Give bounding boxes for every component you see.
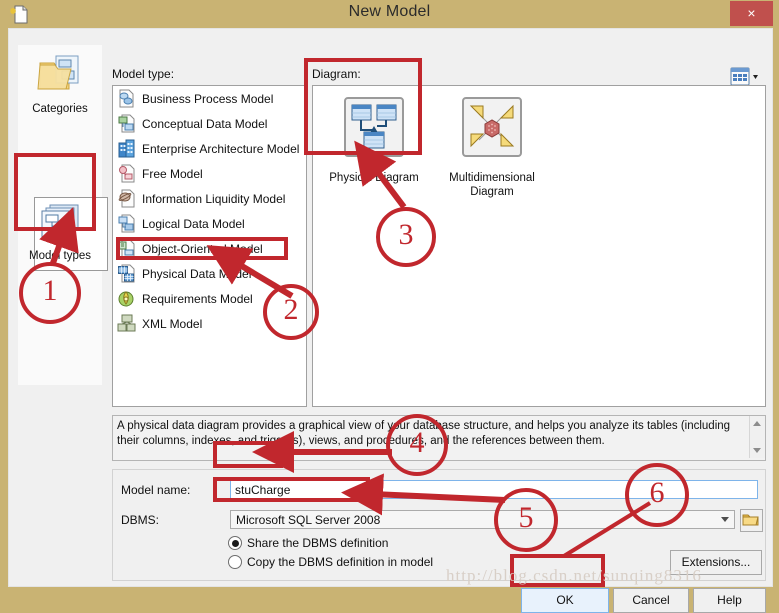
physical-diagram-icon [344,97,404,157]
view-mode-button[interactable] [730,67,764,87]
xml-model-icon [117,314,136,333]
dbms-label: DBMS: [121,513,160,527]
model-type-list[interactable]: Business Process Model Conceptual Data M… [112,85,307,407]
conceptual-data-icon [117,114,136,133]
new-model-dialog: New Model × Model type: Diagram: Categor… [0,0,779,613]
diagram-panel: Physical Diagram Multidimensional Diagra… [312,85,766,407]
radio-share-dbms-marker[interactable] [228,536,242,550]
list-item-label: Free Model [142,166,203,181]
diagram-label: Diagram: [312,67,361,81]
logical-data-icon [117,214,136,233]
list-item-label: Conceptual Data Model [142,116,268,131]
chevron-down-icon [721,517,729,522]
close-button[interactable]: × [730,1,773,26]
list-item[interactable]: Conceptual Data Model [113,111,306,136]
description-text: A physical data diagram provides a graph… [117,420,731,447]
diagram-item-physical[interactable]: Physical Diagram [319,94,429,185]
sidebar-item-model-types[interactable]: Model types [20,202,100,262]
scroll-up-icon[interactable] [753,421,761,426]
categories-sidebar: Categories Model types [18,45,108,385]
model-type-label: Model type: [112,67,175,81]
dialog-client-area: Model type: Diagram: Categories Model ty… [8,28,773,613]
description-box: A physical data diagram provides a graph… [112,415,766,461]
radio-copy-dbms-label: Copy the DBMS definition in model [247,555,434,569]
diagram-item-physical-label: Physical Diagram [329,172,419,184]
scroll-down-icon[interactable] [753,448,761,453]
description-scrollbar[interactable] [749,416,765,458]
ok-button[interactable]: OK [521,588,609,613]
browse-dbms-button[interactable] [740,509,763,532]
model-name-label: Model name: [121,483,191,497]
list-item[interactable]: Free Model [113,161,306,186]
list-item[interactable]: Information Liquidity Model [113,186,306,211]
object-oriented-icon [117,239,136,258]
diagram-item-multidimensional-label: Multidimensional Diagram [449,172,535,198]
list-item-label: Enterprise Architecture Model [142,141,300,156]
title-bar: New Model × [0,0,779,28]
list-item[interactable]: Requirements Model [113,286,306,311]
chevron-down-icon [753,75,758,79]
requirements-icon [117,289,136,308]
model-name-input[interactable]: stuCharge [230,480,758,499]
categories-folder-icon [37,55,79,90]
sidebar-item-model-types-label: Model types [28,250,91,262]
radio-share-dbms-label: Share the DBMS definition [247,536,389,550]
list-item-label: Physical Data Model [142,266,252,281]
cancel-button[interactable]: Cancel [613,588,689,613]
sidebar-item-categories-label: Categories [32,103,88,115]
free-model-icon [117,164,136,183]
list-item-physical-data-model[interactable]: Physical Data Model [113,261,306,286]
diagram-item-multidimensional[interactable]: Multidimensional Diagram [437,94,547,199]
list-item-label: Business Process Model [142,91,274,106]
list-item-label: XML Model [142,316,203,331]
list-item-label: Requirements Model [142,291,253,306]
model-settings-form: Model name: stuCharge DBMS: Microsoft SQ… [112,469,766,581]
radio-copy-dbms[interactable]: Copy the DBMS definition in model [228,555,433,569]
radio-copy-dbms-marker[interactable] [228,555,242,569]
list-item-label: Information Liquidity Model [142,191,286,206]
list-item[interactable]: Object-Oriented Model [113,236,306,261]
list-item[interactable]: XML Model [113,311,306,336]
list-item[interactable]: Business Process Model [113,86,306,111]
physical-data-icon [117,264,136,283]
business-process-icon [117,89,136,108]
radio-share-dbms[interactable]: Share the DBMS definition [228,536,388,550]
list-item-label: Logical Data Model [142,216,245,231]
list-item[interactable]: Logical Data Model [113,211,306,236]
enterprise-architecture-icon [117,139,136,158]
model-types-stack-icon [41,204,79,238]
multidimensional-diagram-icon [462,97,522,157]
dbms-select-value: Microsoft SQL Server 2008 [236,513,381,527]
dbms-select[interactable]: Microsoft SQL Server 2008 [230,510,735,529]
list-item-label: Object-Oriented Model [142,241,263,256]
watermark: http://blog.csdn.net/sunqing8316 [446,566,702,585]
folder-icon [742,514,759,526]
sidebar-item-categories[interactable]: Categories [20,51,100,115]
window-title: New Model [348,3,431,20]
help-button[interactable]: Help [693,588,766,613]
list-item[interactable]: Enterprise Architecture Model [113,136,306,161]
information-liquidity-icon [117,189,136,208]
